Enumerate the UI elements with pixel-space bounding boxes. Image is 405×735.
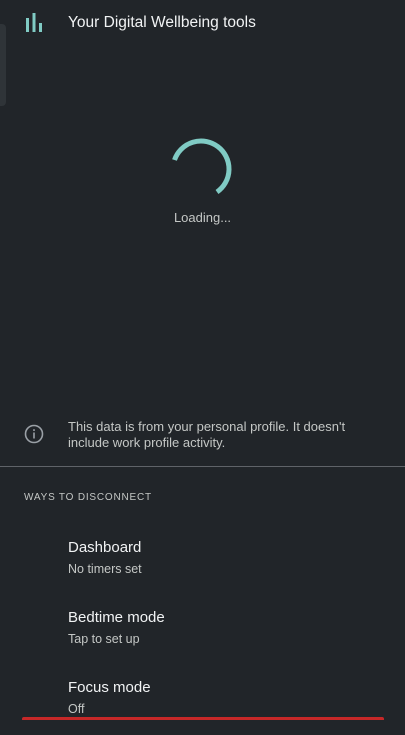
bedtime-mode-item[interactable]: Bedtime mode Tap to set up [0,603,405,665]
app-header: Your Digital Wellbeing tools [0,0,405,48]
item-subtitle: No timers set [68,562,142,576]
profile-info-text: This data is from your personal profile.… [68,419,346,450]
dashboard-item[interactable]: Dashboard No timers set [0,533,405,595]
item-title: Dashboard [68,539,142,556]
focus-mode-item[interactable]: Focus mode Off [0,673,405,735]
item-title: Focus mode [68,679,151,696]
item-title: Bedtime mode [68,609,165,626]
item-subtitle: Tap to set up [68,632,140,646]
bar-chart-icon [24,13,44,33]
ways-to-disconnect-header: WAYS TO DISCONNECT [24,492,152,503]
info-icon [24,424,44,444]
loading-label: Loading... [173,210,232,225]
item-subtitle: Off [68,702,85,716]
page-title: Your Digital Wellbeing tools [68,14,256,31]
loading-spinner [168,136,236,204]
section-divider [0,466,405,467]
